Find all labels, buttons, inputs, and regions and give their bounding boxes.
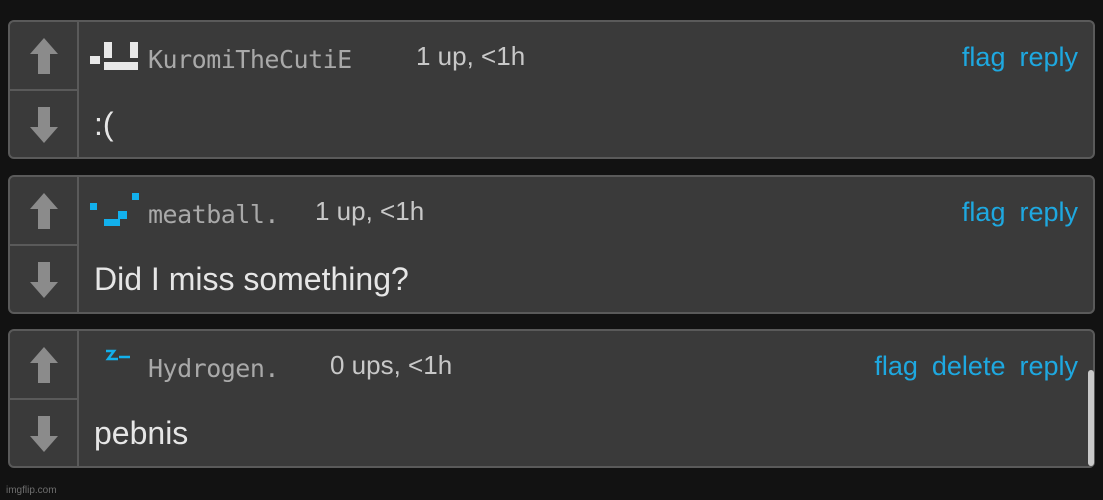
username[interactable]: Hydrogen.	[148, 354, 279, 383]
comment-actions: flag reply	[962, 42, 1078, 73]
username[interactable]: KuromiTheCutiE	[148, 45, 352, 74]
upvote-button[interactable]	[10, 22, 77, 91]
reply-link[interactable]: reply	[1019, 351, 1078, 382]
vote-column	[10, 177, 79, 312]
comment-actions: flag reply	[962, 197, 1078, 228]
comment-meta: 1 up, <1h	[315, 196, 425, 226]
delete-link[interactable]: delete	[932, 351, 1006, 382]
watermark: imgflip.com	[6, 485, 57, 496]
comment-text: pebnis	[94, 415, 189, 451]
scrollbar-thumb[interactable]	[1088, 370, 1094, 466]
reply-link[interactable]: reply	[1019, 42, 1078, 73]
arrow-down-icon	[29, 261, 58, 298]
upvote-button[interactable]	[10, 331, 77, 400]
kuromi-pixel-avatar-icon[interactable]	[88, 36, 140, 76]
upvote-button[interactable]	[10, 177, 77, 246]
arrow-down-icon	[29, 415, 58, 452]
arrow-down-icon	[29, 106, 58, 143]
comment-card: Hydrogen. 0 ups, <1h flag delete reply p…	[8, 329, 1095, 468]
downvote-button[interactable]	[10, 91, 77, 157]
downvote-button[interactable]	[10, 400, 77, 466]
arrow-up-icon	[29, 346, 58, 383]
comment-text: Did I miss something?	[94, 261, 409, 297]
comment-actions: flag delete reply	[874, 351, 1078, 382]
reply-link[interactable]: reply	[1019, 197, 1078, 228]
vote-column	[10, 22, 79, 157]
flag-link[interactable]: flag	[962, 197, 1006, 228]
hydrogen-pixel-avatar-icon[interactable]	[88, 345, 140, 385]
arrow-up-icon	[29, 192, 58, 229]
comment-card: KuromiTheCutiE 1 up, <1h flag reply :(	[8, 20, 1095, 159]
comments-page: KuromiTheCutiE 1 up, <1h flag reply :(m…	[0, 0, 1103, 500]
comment-meta: 1 up, <1h	[416, 41, 526, 71]
vote-column	[10, 331, 79, 466]
comment-meta: 0 ups, <1h	[330, 350, 453, 380]
username[interactable]: meatball.	[148, 200, 279, 229]
comment-card: meatball. 1 up, <1h flag reply Did I mis…	[8, 175, 1095, 314]
flag-link[interactable]: flag	[962, 42, 1006, 73]
downvote-button[interactable]	[10, 246, 77, 312]
comment-text: :(	[94, 106, 114, 142]
flag-link[interactable]: flag	[874, 351, 918, 382]
meatball-pixel-avatar-icon[interactable]	[88, 191, 140, 231]
arrow-up-icon	[29, 37, 58, 74]
